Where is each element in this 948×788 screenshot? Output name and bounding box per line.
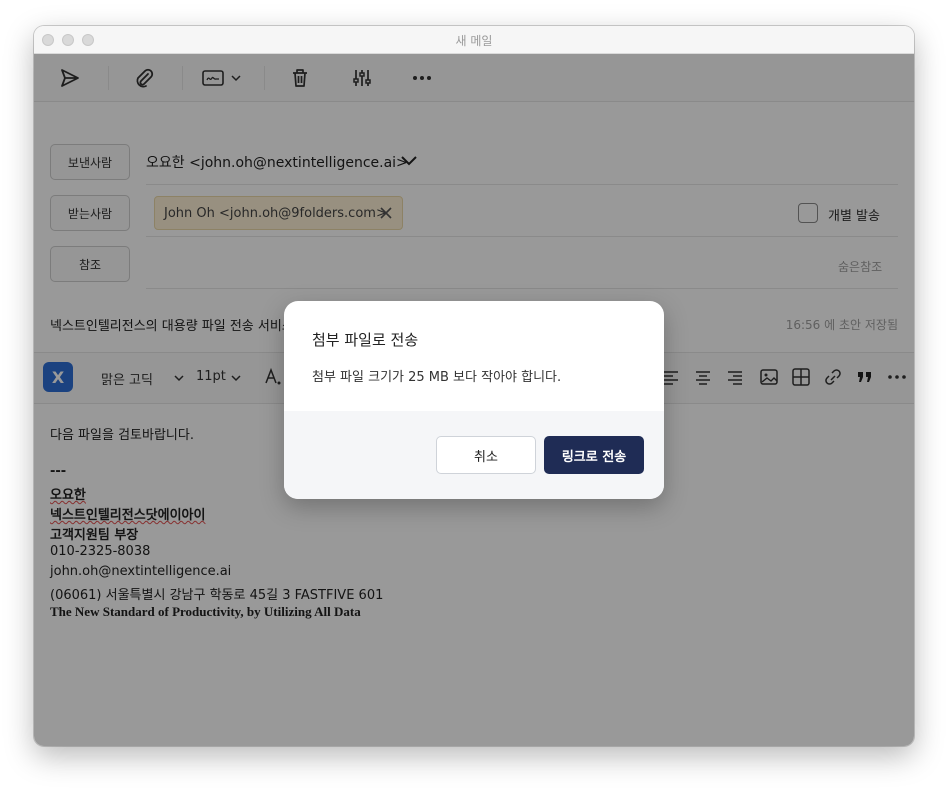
dialog-message: 첨부 파일 크기가 25 MB 보다 작아야 합니다. [312,370,562,385]
title-bar: 새 메일 [34,26,914,54]
attachment-dialog: 첨부 파일로 전송 첨부 파일 크기가 25 MB 보다 작아야 합니다. 취소… [284,301,664,499]
send-as-link-button[interactable]: 링크로 전송 [544,436,644,474]
window-title: 새 메일 [455,34,493,48]
dialog-title: 첨부 파일로 전송 [312,331,419,349]
cancel-button[interactable]: 취소 [436,436,536,474]
